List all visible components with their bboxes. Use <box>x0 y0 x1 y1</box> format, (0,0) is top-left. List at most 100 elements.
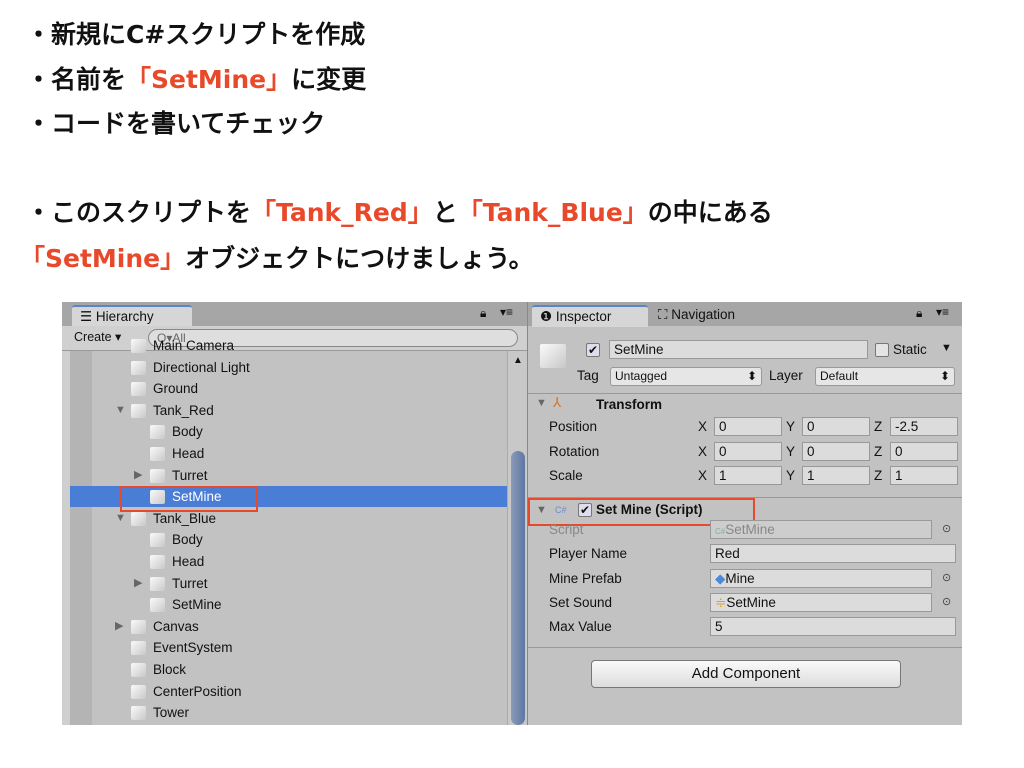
transform-title: Transform <box>596 397 663 412</box>
gameobject-icon <box>131 382 146 397</box>
hierarchy-item[interactable]: Block <box>70 659 507 680</box>
script-field[interactable]: ≑SetMine <box>710 592 932 612</box>
list-icon: ☰ <box>80 309 96 324</box>
highlight: 「SetMine」 <box>126 65 292 94</box>
expanded-arrow-icon[interactable]: ▼ <box>115 400 126 421</box>
gameobject-icon <box>150 555 165 569</box>
position-z-field[interactable]: -2.5 <box>890 417 958 436</box>
rotation-z-field[interactable]: 0 <box>890 441 958 461</box>
foldout-icon[interactable]: ▼ <box>536 397 547 409</box>
tab-bar: ❶ Inspector ⛶ Navigation 🔒︎ ▾≡ <box>528 302 962 327</box>
static-checkbox[interactable] <box>875 343 889 357</box>
rotation-x-field[interactable]: 0 <box>714 441 782 461</box>
tab-inspector[interactable]: ❶ Inspector <box>532 305 648 327</box>
transform-row-label: Position <box>549 419 598 434</box>
highlight-box <box>120 486 258 512</box>
bullet-2: ・名前を「SetMine」に変更 <box>26 63 366 97</box>
item-label: Canvas <box>153 618 199 634</box>
tab-hierarchy[interactable]: ☰ Hierarchy <box>72 305 192 327</box>
item-label: Turret <box>172 467 208 483</box>
gameobject-icon <box>131 684 146 699</box>
tab-navigation[interactable]: ⛶ Navigation <box>658 307 735 323</box>
lock-icon[interactable]: 🔒︎ <box>916 306 922 321</box>
item-label: Head <box>172 554 205 569</box>
gameobject-icon <box>131 706 146 721</box>
gameobject-icon <box>131 360 146 375</box>
item-label: Directional Light <box>153 359 250 375</box>
hierarchy-item[interactable]: Body <box>70 529 507 550</box>
inspector-panel: ❶ Inspector ⛶ Navigation 🔒︎ ▾≡ ✔ SetMine… <box>527 302 962 725</box>
object-picker-icon[interactable]: ⊙ <box>942 571 951 584</box>
position-x-field[interactable]: 0 <box>714 417 782 436</box>
position-y-field[interactable]: 0 <box>802 417 870 436</box>
hierarchy-item[interactable]: ▶ Turret <box>70 573 507 594</box>
collapsed-arrow-icon[interactable]: ▶ <box>134 465 142 486</box>
object-picker-icon[interactable]: ⊙ <box>942 595 951 608</box>
transform-row-label: Scale <box>549 468 583 483</box>
gameobject-icon <box>150 447 165 461</box>
name-field[interactable]: SetMine <box>609 340 868 359</box>
scale-y-field[interactable]: 1 <box>802 466 870 485</box>
hierarchy-item[interactable]: ▶ Turret <box>70 465 507 486</box>
scale-z-field[interactable]: 1 <box>890 466 958 485</box>
tab-label: Inspector <box>555 309 612 324</box>
hierarchy-item[interactable]: ▼ Tank_Red <box>70 400 507 421</box>
prefab-icon: ◆ <box>715 570 726 586</box>
scroll-thumb[interactable] <box>511 451 525 725</box>
item-label: EventSystem <box>153 640 233 656</box>
menu-icon[interactable]: ▾≡ <box>936 305 949 319</box>
tab-bar: ☰ Hierarchy 🔒︎ ▾≡ <box>62 302 527 327</box>
layer-value: Default <box>820 369 859 383</box>
script-field[interactable]: Red <box>710 544 956 564</box>
gameobject-icon <box>131 619 146 634</box>
hierarchy-item[interactable]: SetMine <box>70 594 507 615</box>
hierarchy-item[interactable]: Head <box>70 443 507 464</box>
gameobject-icon[interactable] <box>540 344 566 368</box>
hierarchy-item[interactable]: ▶ Canvas <box>70 616 507 637</box>
gameobject-icon <box>150 533 165 548</box>
gameobject-icon <box>131 663 146 677</box>
highlight: 「Tank_Red」 <box>251 198 433 227</box>
hierarchy-item[interactable]: CenterPosition <box>70 681 507 702</box>
collapsed-arrow-icon[interactable]: ▶ <box>134 573 142 594</box>
object-picker-icon[interactable]: ⊙ <box>942 522 951 535</box>
tag-dropdown[interactable]: Untagged ⬍ <box>610 367 762 386</box>
axis-z-label: Z <box>874 468 883 483</box>
hierarchy-item[interactable]: EventSystem <box>70 637 507 658</box>
hierarchy-item[interactable]: Tower <box>70 702 507 723</box>
rotation-y-field[interactable]: 0 <box>802 441 870 461</box>
axis-z-label: Z <box>874 443 883 459</box>
add-component-button[interactable]: Add Component <box>591 660 901 688</box>
static-dropdown-icon[interactable]: ▼ <box>941 342 952 354</box>
field-label: Set Sound <box>549 594 613 610</box>
script-field[interactable]: 5 <box>710 617 956 637</box>
hierarchy-item[interactable]: Ground <box>70 378 507 399</box>
lock-icon[interactable]: 🔒︎ <box>480 306 486 321</box>
audio-icon: ≑ <box>715 594 727 610</box>
item-label: Ground <box>153 381 199 397</box>
field-value: SetMine <box>726 594 776 610</box>
field-label: Max Value <box>549 619 612 635</box>
scrollbar[interactable]: ▲ <box>507 351 527 725</box>
menu-icon[interactable]: ▾≡ <box>500 305 513 319</box>
text: ・名前を <box>26 65 127 94</box>
tag-label: Tag <box>577 368 599 383</box>
navigation-icon: ⛶ <box>658 307 672 322</box>
bullet-4: ・このスクリプトを「Tank_Red」と「Tank_Blue」の中にある <box>26 196 773 230</box>
hierarchy-item[interactable]: Directional Light <box>70 357 507 378</box>
updown-icon: ⬍ <box>746 369 757 383</box>
hierarchy-item[interactable]: Body <box>70 421 507 442</box>
hierarchy-item[interactable]: Main Camera <box>70 335 507 356</box>
field-label: Player Name <box>549 546 628 562</box>
item-label: Block <box>153 662 187 677</box>
script-field[interactable]: ◆Mine <box>710 568 932 588</box>
item-label: Body <box>172 424 203 440</box>
collapsed-arrow-icon[interactable]: ▶ <box>115 616 123 637</box>
tab-label: Navigation <box>671 307 735 322</box>
active-checkbox[interactable]: ✔ <box>586 343 600 357</box>
scale-x-field[interactable]: 1 <box>714 466 782 485</box>
hierarchy-item[interactable]: Head <box>70 551 507 572</box>
layer-label: Layer <box>769 368 803 383</box>
scroll-up-icon[interactable]: ▲ <box>513 355 523 366</box>
layer-dropdown[interactable]: Default ⬍ <box>815 367 955 386</box>
